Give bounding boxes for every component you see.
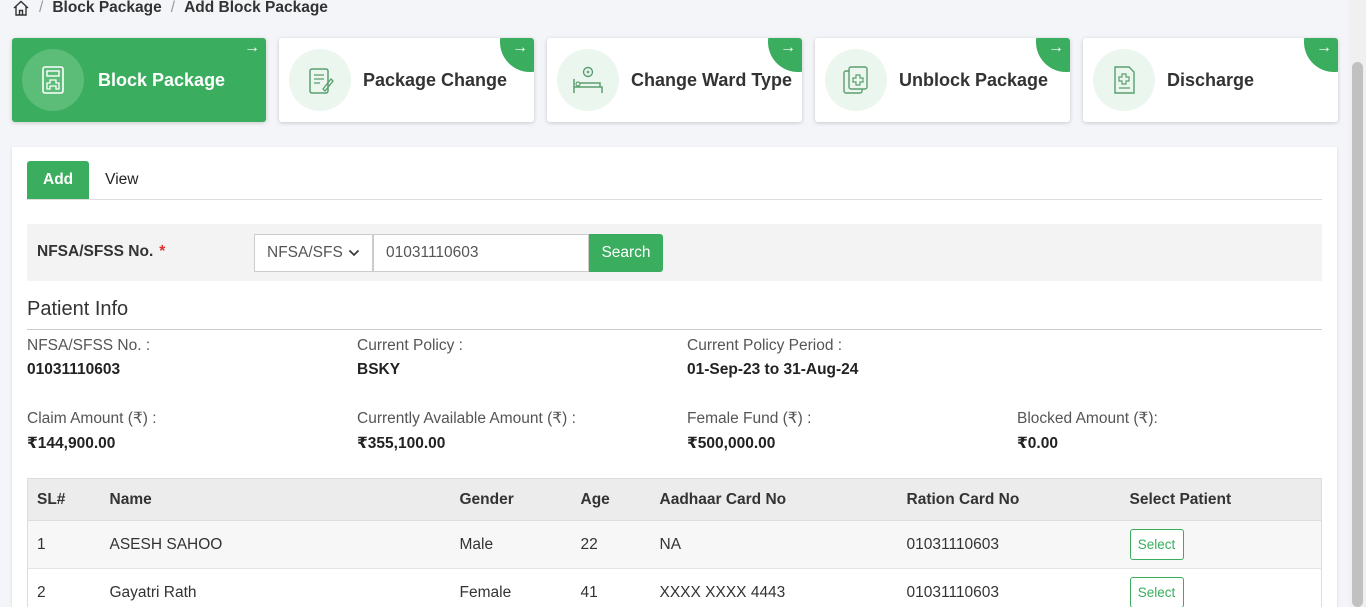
column-header: Ration Card No bbox=[897, 478, 1121, 521]
breadcrumb-item-block-package[interactable]: Block Package bbox=[52, 0, 161, 17]
search-label: NFSA/SFSS No. * bbox=[37, 243, 165, 261]
cell-sl: 2 bbox=[27, 568, 101, 607]
cell-aadhaar: NA bbox=[650, 520, 898, 569]
card-label: Block Package bbox=[98, 69, 226, 90]
info-nfsa: NFSA/SFSS No. : 01031110603 bbox=[27, 337, 150, 379]
search-label-text: NFSA/SFSS No. bbox=[37, 243, 154, 260]
nfsa-number-input[interactable] bbox=[373, 234, 589, 272]
info-blocked: Blocked Amount (₹): ₹0.00 bbox=[1017, 409, 1158, 453]
tab-bar: Add View bbox=[27, 161, 1322, 200]
chevron-down-icon bbox=[348, 246, 360, 265]
cell-name: Gayatri Rath bbox=[100, 568, 451, 607]
column-header: Select Patient bbox=[1120, 478, 1322, 521]
block-package-icon bbox=[22, 49, 84, 111]
info-value: ₹0.00 bbox=[1017, 435, 1058, 452]
patient-info-title: Patient Info bbox=[27, 298, 129, 320]
table-header-row: SL# Name Gender Age Aadhaar Card No Rati… bbox=[27, 478, 1322, 521]
cell-aadhaar: XXXX XXXX 4443 bbox=[650, 568, 898, 607]
info-value: ₹144,900.00 bbox=[27, 435, 116, 452]
required-mark: * bbox=[159, 243, 166, 260]
table-row: 1 ASESH SAHOO Male 22 NA 01031110603 Sel… bbox=[27, 520, 1322, 569]
card-type-select-value: NFSA/SFS bbox=[267, 244, 343, 261]
column-header: Aadhaar Card No bbox=[650, 478, 898, 521]
action-cards: Block Package → Package Change → Change … bbox=[12, 38, 1338, 122]
breadcrumb-separator: / bbox=[170, 0, 176, 16]
card-label: Package Change bbox=[363, 69, 508, 90]
info-label: Claim Amount (₹) : bbox=[27, 410, 157, 427]
search-row: NFSA/SFSS No. * NFSA/SFS Search bbox=[27, 224, 1322, 281]
info-claim: Claim Amount (₹) : ₹144,900.00 bbox=[27, 409, 157, 453]
discharge-icon bbox=[1093, 49, 1155, 111]
scrollbar-thumb[interactable] bbox=[1352, 62, 1363, 607]
cell-name: ASESH SAHOO bbox=[100, 520, 451, 569]
breadcrumb-separator: / bbox=[39, 0, 44, 16]
breadcrumb: / Block Package / Add Block Package bbox=[12, 0, 328, 19]
arrow-right-icon: → bbox=[780, 39, 796, 56]
info-label: Current Policy : bbox=[357, 337, 463, 354]
tab-view[interactable]: View bbox=[89, 161, 154, 199]
cell-gender: Female bbox=[450, 568, 572, 607]
info-period: Current Policy Period : 01-Sep-23 to 31-… bbox=[687, 337, 858, 379]
breadcrumb-item-add-block-package: Add Block Package bbox=[184, 0, 328, 16]
column-header: Gender bbox=[450, 478, 572, 521]
info-value: 01031110603 bbox=[27, 361, 121, 378]
info-policy: Current Policy : BSKY bbox=[357, 337, 463, 379]
cell-action: Select bbox=[1120, 568, 1322, 607]
arrow-right-icon: → bbox=[244, 39, 260, 56]
home-icon[interactable] bbox=[12, 0, 30, 17]
info-value: 01-Sep-23 to 31-Aug-24 bbox=[687, 361, 859, 378]
cell-action: Select bbox=[1120, 520, 1322, 569]
info-label: Blocked Amount (₹): bbox=[1017, 410, 1158, 427]
column-header: Name bbox=[100, 478, 451, 521]
info-label: Female Fund (₹) : bbox=[687, 410, 812, 427]
card-type-select[interactable]: NFSA/SFS bbox=[254, 234, 373, 272]
divider bbox=[27, 329, 1322, 330]
cell-age: 41 bbox=[571, 568, 651, 607]
info-label: NFSA/SFSS No. : bbox=[27, 337, 151, 354]
card-change-ward-type[interactable]: Change Ward Type → bbox=[547, 38, 802, 122]
info-value: ₹355,100.00 bbox=[357, 435, 446, 452]
main-panel: Add View NFSA/SFSS No.* NFSA/SFS Search … bbox=[12, 147, 1337, 607]
column-header: Age bbox=[571, 478, 651, 521]
info-label: Current Policy Period : bbox=[687, 337, 843, 354]
page-scrollbar[interactable] bbox=[1349, 0, 1366, 607]
table-row: 2 Gayatri Rath Female 41 XXXX XXXX 4443 … bbox=[27, 568, 1322, 607]
cell-ration: 01031110603 bbox=[897, 568, 1121, 607]
info-label: Currently Available Amount (₹) : bbox=[357, 410, 576, 427]
cell-sl: 1 bbox=[27, 520, 101, 569]
unblock-package-icon bbox=[825, 49, 887, 111]
card-label: Unblock Package bbox=[899, 69, 1049, 90]
info-value: BSKY bbox=[357, 361, 401, 378]
ward-bed-icon bbox=[557, 49, 619, 111]
select-patient-button[interactable]: Select bbox=[1129, 529, 1184, 560]
arrow-right-icon: → bbox=[1316, 39, 1332, 56]
column-header: SL# bbox=[27, 478, 101, 521]
card-label: Discharge bbox=[1167, 69, 1255, 90]
card-unblock-package[interactable]: Unblock Package → bbox=[815, 38, 1070, 122]
arrow-right-icon: → bbox=[1048, 39, 1064, 56]
info-available: Currently Available Amount (₹) : ₹355,10… bbox=[357, 409, 576, 453]
arrow-right-icon: → bbox=[512, 39, 528, 56]
search-button[interactable]: Search bbox=[589, 234, 663, 272]
cell-age: 22 bbox=[571, 520, 651, 569]
card-label: Change Ward Type bbox=[631, 69, 793, 90]
select-patient-button[interactable]: Select bbox=[1129, 577, 1184, 607]
package-change-icon bbox=[289, 49, 351, 111]
patient-table: SL# Name Gender Age Aadhaar Card No Rati… bbox=[27, 478, 1322, 607]
card-package-change[interactable]: Package Change → bbox=[279, 38, 534, 122]
info-female-fund: Female Fund (₹) : ₹500,000.00 bbox=[687, 409, 811, 453]
info-value: ₹500,000.00 bbox=[687, 435, 776, 452]
card-block-package[interactable]: Block Package → bbox=[12, 38, 266, 122]
tab-add[interactable]: Add bbox=[27, 161, 90, 199]
cell-ration: 01031110603 bbox=[897, 520, 1121, 569]
cell-gender: Male bbox=[450, 520, 572, 569]
card-discharge[interactable]: Discharge → bbox=[1083, 38, 1338, 122]
